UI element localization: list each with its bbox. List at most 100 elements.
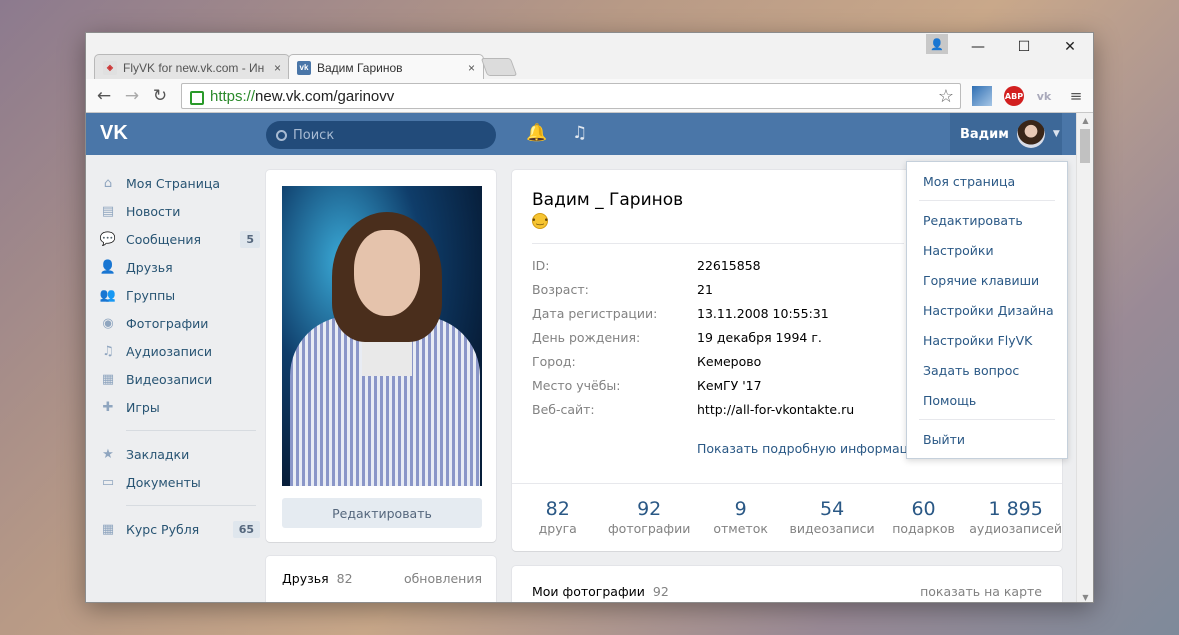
counter-label: друга: [538, 521, 577, 536]
menu-item-7[interactable]: ▦ Видеозаписи: [100, 365, 260, 393]
maximize-button[interactable]: ☐: [1001, 33, 1047, 61]
dropdown-item[interactable]: Настройки: [907, 235, 1067, 265]
title-bar: 👤 — ☐ ✕ ◈ FlyVK for new.vk.com - Ин × vk…: [86, 33, 1093, 80]
menu-item-label: Друзья: [126, 259, 173, 275]
counter-label: аудиозаписей: [969, 521, 1063, 536]
friends-updates-link[interactable]: обновления: [404, 571, 482, 586]
address-bar[interactable]: https:// new.vk.com/garinovv ☆: [181, 83, 961, 109]
close-window-button[interactable]: ✕: [1047, 33, 1093, 61]
dropdown-item[interactable]: Горячие клавиши: [907, 265, 1067, 295]
friends-title[interactable]: Друзья: [282, 571, 329, 586]
back-arrow-icon[interactable]: ←: [92, 84, 116, 108]
profile-name: Вадим _ Гаринов: [532, 190, 684, 210]
scroll-down-arrow-icon[interactable]: ▼: [1077, 590, 1093, 602]
info-value: 13.11.2008 10:55:31: [697, 306, 829, 321]
menu-item-6[interactable]: ♫ Аудиозаписи: [100, 337, 260, 365]
adblock-icon[interactable]: ABP: [1004, 86, 1024, 106]
menu-icon[interactable]: ≡: [1066, 86, 1086, 106]
profile-counter[interactable]: 82 друга: [512, 484, 603, 551]
counter-number: 60: [911, 498, 936, 520]
menu-item-4[interactable]: 👥 Группы: [100, 281, 260, 309]
search-icon: [276, 129, 287, 141]
tab-close-icon[interactable]: ×: [274, 61, 281, 75]
star-icon: ★: [102, 446, 114, 462]
counter-number: 1 895: [988, 498, 1043, 520]
scrollbar[interactable]: ▲ ▼: [1076, 113, 1093, 602]
scrollbar-thumb[interactable]: [1080, 129, 1090, 163]
browser-window: 👤 — ☐ ✕ ◈ FlyVK for new.vk.com - Ин × vk…: [85, 32, 1094, 603]
info-value[interactable]: http://all-for-vkontakte.ru: [697, 402, 854, 426]
profile-counter[interactable]: 54 видеозаписи: [786, 484, 877, 551]
user-name: Вадим: [960, 126, 1009, 142]
apps-icon: ▦: [101, 521, 115, 537]
counter-label: фотографии: [607, 521, 691, 536]
menu-divider: [126, 430, 256, 431]
menu-item-2[interactable]: 💬 Сообщения 5: [100, 225, 260, 253]
profile-counter[interactable]: 60 подарков: [878, 484, 969, 551]
scroll-up-arrow-icon[interactable]: ▲: [1077, 113, 1093, 127]
search-input[interactable]: Поиск: [266, 121, 496, 149]
profile-switch-icon[interactable]: 👤: [926, 34, 948, 54]
info-row: Дата регистрации: 13.11.2008 10:55:31: [532, 306, 829, 330]
window-controls: — ☐ ✕: [955, 33, 1093, 61]
dropdown-item[interactable]: Моя страница: [907, 166, 1067, 196]
chrome-store-icon: ◈: [103, 60, 117, 75]
menu-item-0[interactable]: ★ Закладки: [100, 440, 260, 468]
info-row: Веб-сайт: http://all-for-vkontakte.ru: [532, 402, 854, 426]
menu-item-3[interactable]: 👤 Друзья: [100, 253, 260, 281]
profile-photo[interactable]: [282, 186, 482, 486]
image-ext-icon[interactable]: [972, 86, 992, 106]
tab-close-icon[interactable]: ×: [468, 61, 475, 75]
edit-profile-button[interactable]: Редактировать: [282, 498, 482, 528]
status-emoji[interactable]: •‿•: [531, 213, 549, 229]
info-value[interactable]: 19 декабря 1994 г.: [697, 330, 822, 354]
minimize-button[interactable]: —: [955, 33, 1001, 61]
menu-item-1[interactable]: ▤ Новости: [100, 197, 260, 225]
menu-item-8[interactable]: ✚ Игры: [100, 393, 260, 421]
forward-arrow-icon[interactable]: →: [120, 84, 144, 108]
tab-flyvk[interactable]: ◈ FlyVK for new.vk.com - Ин ×: [94, 54, 290, 80]
vk-logo-icon[interactable]: VK: [100, 122, 134, 146]
browser-toolbar: ← → ↻ https:// new.vk.com/garinovv ☆ ABP…: [86, 79, 1093, 113]
tab-title: Вадим Гаринов: [317, 60, 403, 75]
info-value[interactable]: КемГУ '17: [697, 378, 762, 402]
menu-item-0[interactable]: ▦ Курс Рубля 65: [100, 515, 260, 543]
menu-item-label: Моя Страница: [126, 175, 220, 191]
bookmark-star-icon[interactable]: ☆: [938, 86, 954, 107]
dropdown-item[interactable]: Помощь: [907, 385, 1067, 415]
tab-title: FlyVK for new.vk.com - Ин: [123, 60, 265, 75]
friends-card: Друзья 82 обновления: [266, 556, 496, 602]
dropdown-item[interactable]: Редактировать: [907, 205, 1067, 235]
user-menu-button[interactable]: Вадим ▼: [950, 113, 1062, 155]
dropdown-divider: [919, 200, 1055, 201]
document-icon: ▭: [101, 474, 115, 490]
info-row: Город: Кемерово: [532, 354, 761, 378]
menu-item-5[interactable]: ◉ Фотографии: [100, 309, 260, 337]
profile-counter[interactable]: 9 отметок: [695, 484, 786, 551]
info-value: 22615858: [697, 258, 761, 273]
dropdown-item[interactable]: Задать вопрос: [907, 355, 1067, 385]
menu-item-label: Закладки: [126, 446, 190, 462]
vk-ext-icon[interactable]: vk: [1034, 86, 1054, 106]
photos-card: Мои фотографии 92 показать на карте: [512, 566, 1062, 602]
dropdown-item[interactable]: Настройки Дизайна: [907, 295, 1067, 325]
dropdown-item[interactable]: Выйти: [907, 424, 1067, 454]
music-icon[interactable]: ♫: [572, 123, 587, 143]
divider: [532, 243, 904, 244]
profile-counter[interactable]: 1 895 аудиозаписей: [969, 484, 1062, 551]
reload-icon[interactable]: ↻: [148, 84, 172, 108]
show-on-map-link[interactable]: показать на карте: [920, 584, 1042, 599]
bell-icon[interactable]: 🔔: [526, 123, 547, 143]
dropdown-item[interactable]: Настройки FlyVK: [907, 325, 1067, 355]
info-value[interactable]: Кемерово: [697, 354, 761, 378]
menu-item-0[interactable]: ⌂ Моя Страница: [100, 169, 260, 197]
profile-counter[interactable]: 92 фотографии: [603, 484, 694, 551]
new-tab-button[interactable]: [480, 58, 518, 76]
dropdown-divider: [919, 419, 1055, 420]
show-more-info-link[interactable]: Показать подробную информацию: [697, 441, 927, 456]
photos-title[interactable]: Мои фотографии: [532, 584, 645, 599]
tab-profile[interactable]: vk Вадим Гаринов ×: [288, 54, 484, 80]
menu-item-1[interactable]: ▭ Документы: [100, 468, 260, 496]
info-key: Город:: [532, 354, 576, 369]
home-icon: ⌂: [103, 175, 113, 191]
